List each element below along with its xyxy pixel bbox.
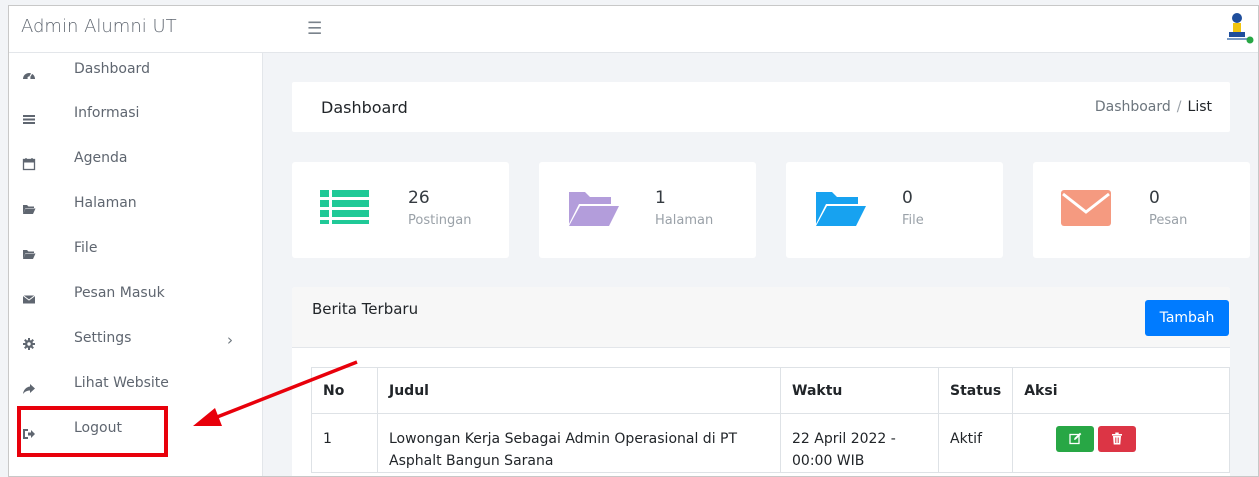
sidebar-item-label: Logout [74, 420, 122, 436]
list-icon [320, 190, 369, 224]
folder-open-icon [816, 192, 866, 226]
table-row: 1 Lowongan Kerja Sebagai Admin Operasion… [311, 413, 1230, 473]
card-header: Berita Terbaru Tambah [292, 287, 1230, 348]
cell-aksi [1012, 413, 1230, 473]
stat-value: 0 [902, 188, 913, 208]
page-title: Dashboard [321, 98, 408, 117]
gear-icon [23, 338, 35, 350]
folder-icon [23, 205, 36, 214]
sidebar-item-lihat-website[interactable]: Lihat Website [9, 367, 263, 411]
stat-label: Postingan [408, 213, 472, 228]
main-content: Dashboard Dashboard / List 26 Postingan 1 … [264, 53, 1258, 476]
sidebar-item-halaman[interactable]: Halaman [9, 187, 263, 231]
sidebar-item-file[interactable]: File [9, 232, 263, 276]
column-header-waktu: Waktu [780, 367, 939, 414]
sidebar-item-label: Informasi [74, 105, 140, 121]
sidebar-item-settings[interactable]: Settings › [9, 322, 263, 366]
breadcrumb-separator: / [1176, 99, 1182, 115]
add-button[interactable]: Tambah [1145, 300, 1229, 336]
column-header-status: Status [937, 367, 1014, 414]
stat-card-halaman[interactable]: 1 Halaman [539, 162, 756, 258]
chevron-right-icon: › [227, 331, 233, 349]
stat-card-pesan[interactable]: 0 Pesan [1033, 162, 1250, 258]
sidebar-item-agenda[interactable]: Agenda [9, 142, 263, 186]
latest-news-card: Berita Terbaru Tambah No Judul Waktu Sta… [292, 287, 1230, 476]
page-header: Dashboard Dashboard / List [292, 82, 1230, 132]
ut-logo-icon [1227, 13, 1254, 44]
stat-label: Pesan [1149, 213, 1188, 228]
column-header-judul: Judul [377, 367, 781, 414]
sidebar-item-label: File [74, 240, 98, 256]
sidebar-item-label: Agenda [74, 150, 128, 166]
hamburger-icon[interactable]: ☰ [307, 19, 322, 39]
breadcrumb-current: List [1187, 99, 1212, 115]
list-icon [23, 115, 35, 124]
calendar-icon [22, 158, 36, 171]
cell-waktu: 22 April 2022 - 00:00 WIB [780, 413, 939, 473]
sidebar-item-label: Halaman [74, 195, 137, 211]
sidebar: Dashboard Informasi Agenda Halaman File … [9, 53, 263, 476]
stat-label: File [902, 213, 924, 228]
edit-icon [1069, 432, 1082, 445]
sidebar-item-label: Pesan Masuk [74, 285, 165, 301]
breadcrumb: Dashboard / List [1095, 99, 1212, 115]
table-header-row: No Judul Waktu Status Aksi [311, 367, 1230, 414]
top-navbar: Admin Alumni UT ☰ [9, 6, 1258, 53]
app-window: Admin Alumni UT ☰ Dashboard Informasi Ag… [8, 5, 1259, 477]
folder-open-icon [569, 192, 619, 226]
stat-value: 1 [655, 188, 666, 208]
share-icon [23, 384, 35, 394]
stat-value: 26 [408, 188, 430, 208]
sidebar-item-pesan-masuk[interactable]: Pesan Masuk [9, 277, 263, 321]
envelope-icon [22, 295, 36, 304]
sidebar-item-informasi[interactable]: Informasi [9, 97, 263, 141]
sidebar-item-label: Lihat Website [74, 375, 169, 391]
news-table: No Judul Waktu Status Aksi 1 Lowongan Ke… [311, 367, 1230, 473]
stat-value: 0 [1149, 188, 1160, 208]
cell-status: Aktif [937, 413, 1014, 473]
sidebar-item-label: Dashboard [74, 61, 150, 77]
trash-icon [1112, 432, 1123, 445]
column-header-aksi: Aksi [1012, 367, 1230, 414]
stat-card-postingan[interactable]: 26 Postingan [292, 162, 509, 258]
sidebar-item-dashboard[interactable]: Dashboard [9, 53, 263, 97]
stat-label: Halaman [655, 213, 714, 228]
app-title: Admin Alumni UT [21, 16, 177, 37]
sidebar-item-logout[interactable]: Logout [9, 412, 263, 456]
sign-out-icon [23, 429, 35, 439]
card-title: Berita Terbaru [312, 300, 419, 318]
envelope-icon [1061, 190, 1111, 226]
sidebar-item-label: Settings [74, 330, 132, 346]
folder-icon [23, 250, 36, 259]
cell-no: 1 [311, 413, 378, 473]
delete-button[interactable] [1098, 426, 1137, 452]
column-header-no: No [311, 367, 378, 414]
dashboard-icon [23, 72, 35, 80]
cell-judul: Lowongan Kerja Sebagai Admin Operasional… [377, 413, 781, 473]
edit-button[interactable] [1056, 426, 1095, 452]
stat-card-file[interactable]: 0 File [786, 162, 1003, 258]
breadcrumb-parent[interactable]: Dashboard [1095, 99, 1171, 115]
